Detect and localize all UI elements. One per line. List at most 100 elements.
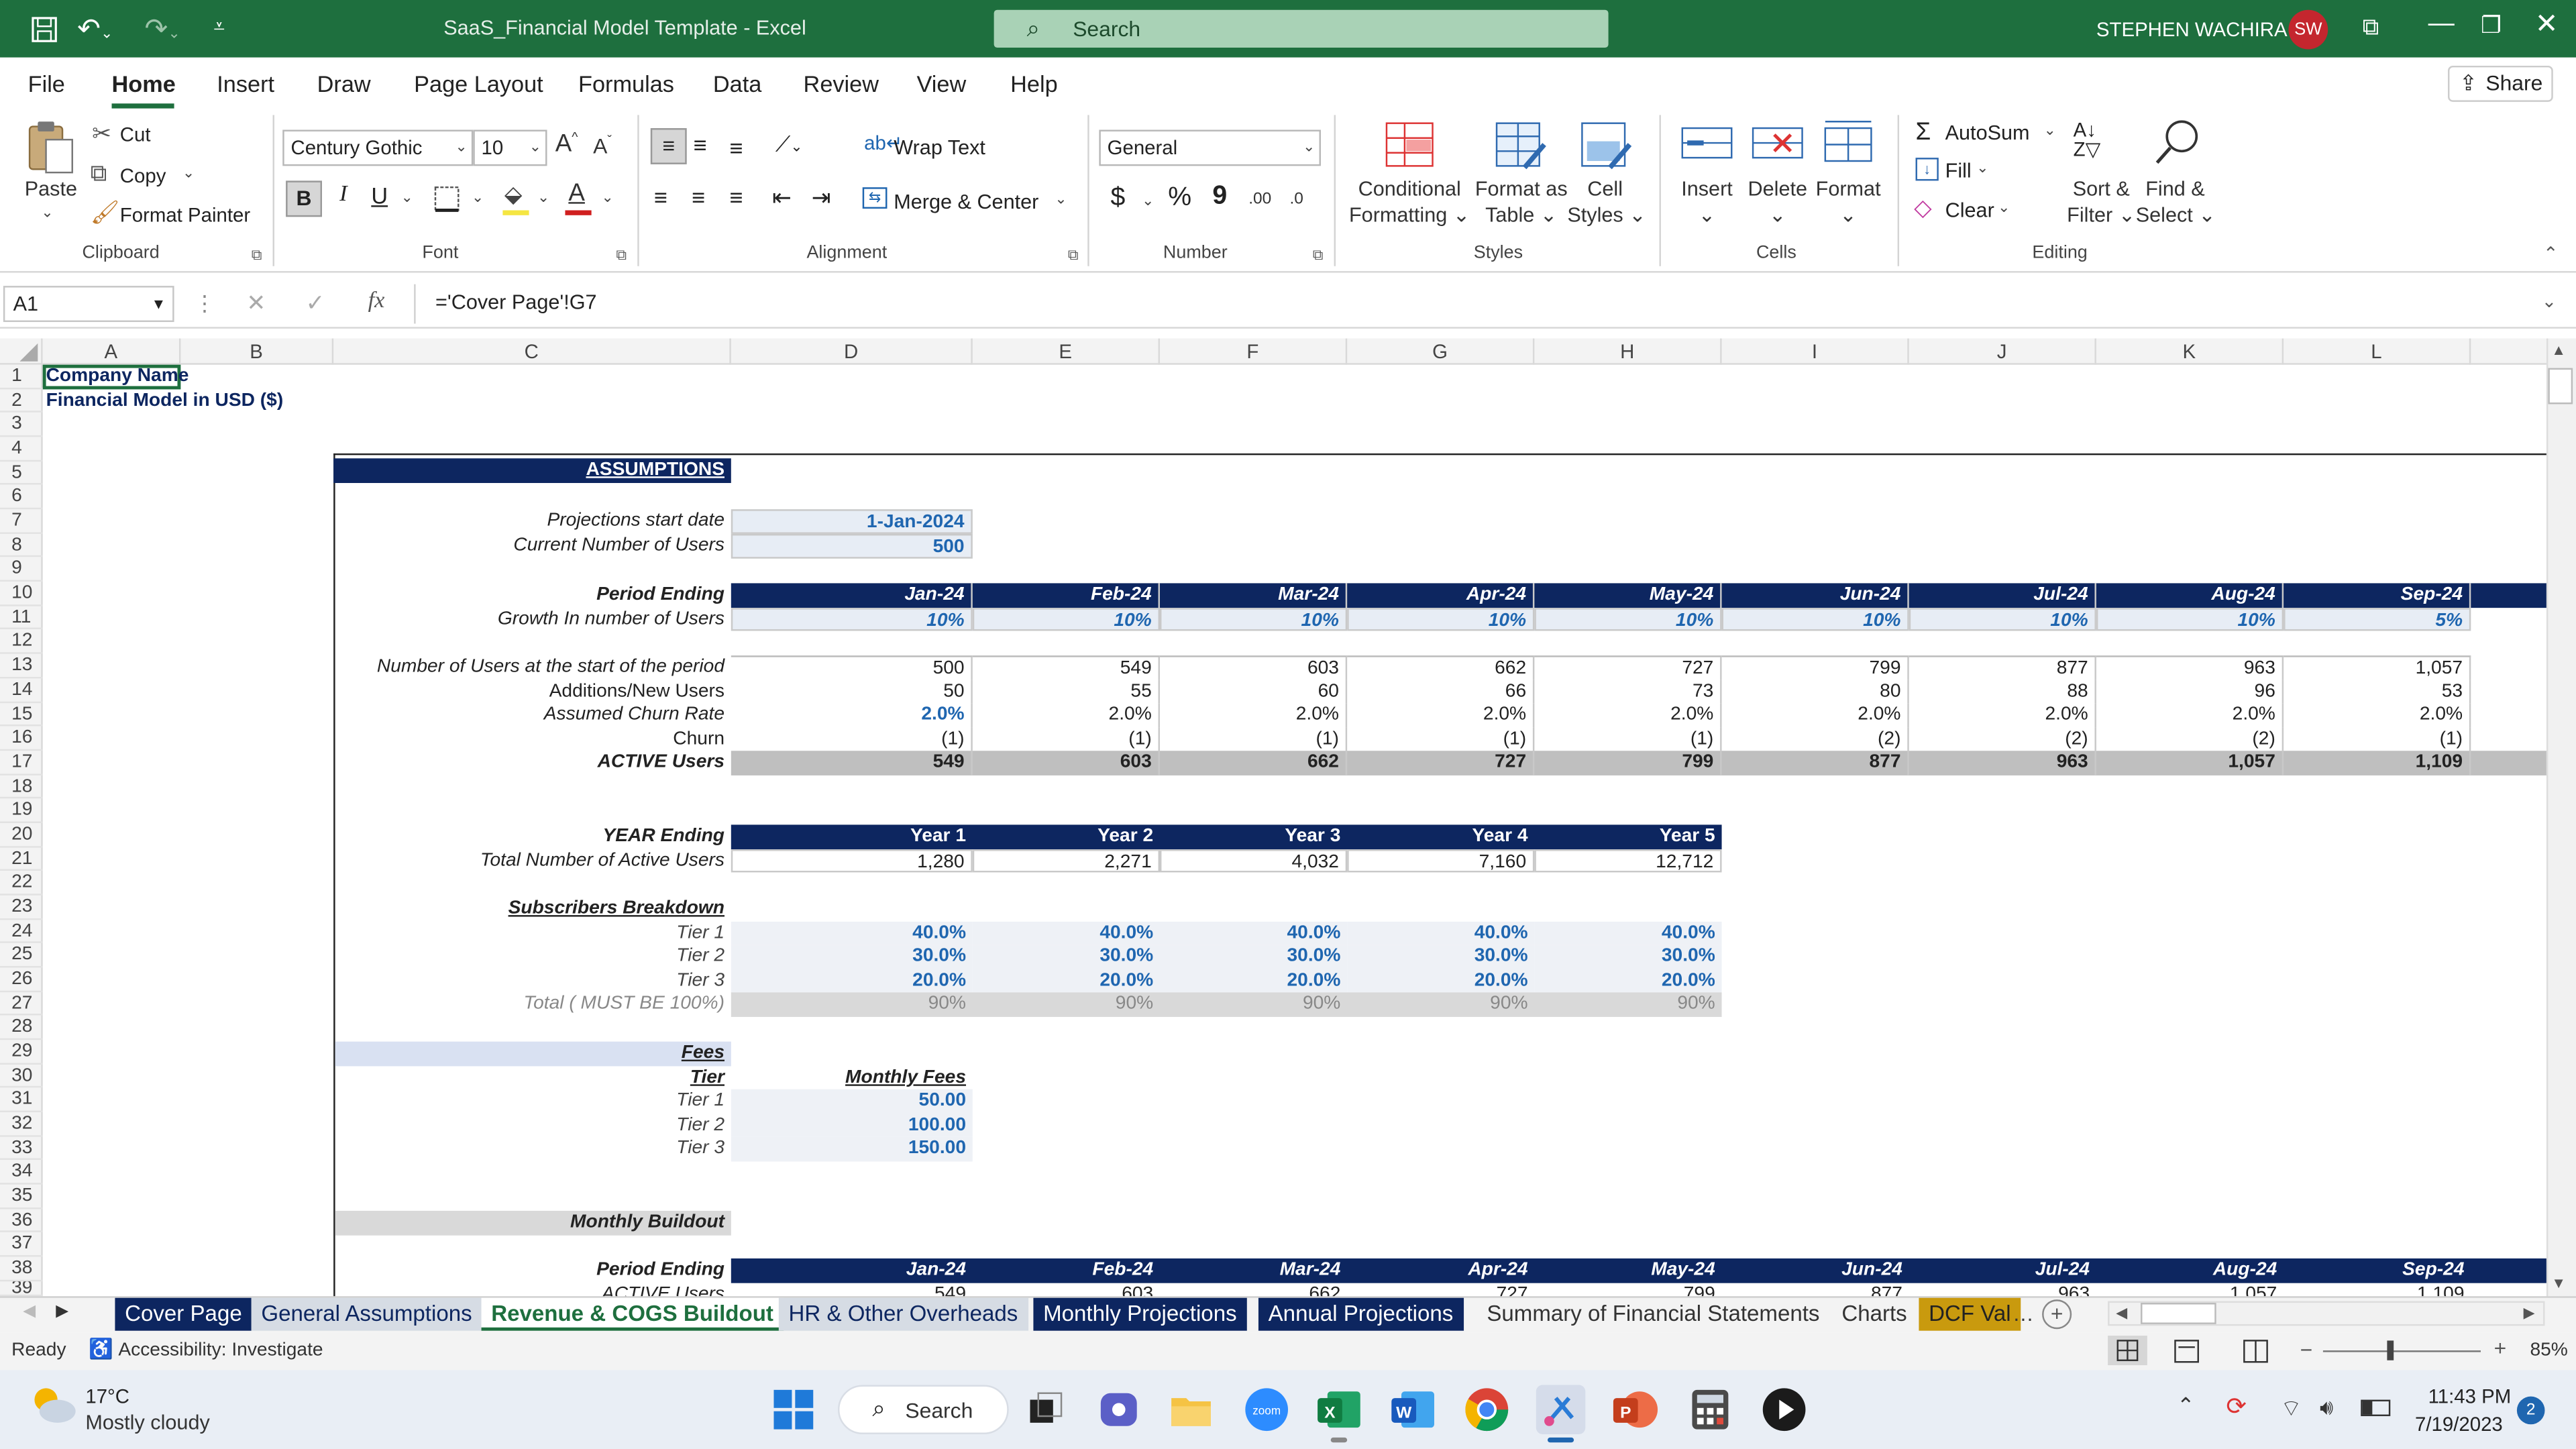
- growth-cell[interactable]: 10%: [1534, 607, 1722, 631]
- currency-button[interactable]: $: [1111, 184, 1126, 213]
- currency-dropdown-icon[interactable]: ⌄: [1142, 193, 1154, 211]
- row-header[interactable]: 38: [0, 1257, 43, 1281]
- row-header[interactable]: 10: [0, 582, 43, 606]
- col-header-a[interactable]: A: [43, 338, 181, 365]
- growth-cell[interactable]: 10%: [1159, 607, 1348, 631]
- row-header[interactable]: 7: [0, 509, 43, 534]
- normal-view-icon[interactable]: [2108, 1336, 2147, 1366]
- tier3-label[interactable]: Tier 3: [333, 969, 731, 993]
- clock-time[interactable]: 11:43 PM: [2428, 1385, 2512, 1408]
- prev-sheet-icon[interactable]: ◀: [23, 1303, 36, 1321]
- insert-function-icon[interactable]: fx: [368, 289, 385, 315]
- decrease-indent-icon[interactable]: ⇤: [772, 184, 792, 212]
- row-header[interactable]: 32: [0, 1112, 43, 1137]
- additions-cell[interactable]: 50: [731, 679, 973, 704]
- underline-dropdown-icon[interactable]: ⌄: [401, 189, 413, 207]
- fee-amount[interactable]: 150.00: [731, 1137, 973, 1162]
- monthly-fees-header[interactable]: Monthly Fees: [731, 1065, 973, 1089]
- row-header[interactable]: 2: [0, 389, 43, 413]
- wrap-text-button[interactable]: Wrap Text: [894, 136, 985, 159]
- calculator-app-icon[interactable]: [1686, 1385, 1735, 1434]
- current-users-label[interactable]: Current Number of Users: [333, 534, 731, 558]
- users-start-cell[interactable]: 877: [1909, 655, 2096, 680]
- number-format-box[interactable]: General: [1099, 129, 1321, 166]
- churn-label[interactable]: Churn: [333, 727, 731, 751]
- month-header-2[interactable]: Jul-24: [1909, 1259, 2096, 1283]
- tab-charts[interactable]: Charts: [1832, 1298, 1917, 1331]
- clear-dropdown-icon[interactable]: ⌄: [1998, 199, 2010, 217]
- month-header[interactable]: Mar-24: [1160, 583, 1348, 608]
- fee-tier-label[interactable]: Tier 3: [333, 1138, 731, 1162]
- find-select-button[interactable]: Find & Select ⌄: [2136, 176, 2216, 228]
- media-player-icon[interactable]: [1760, 1385, 1809, 1434]
- company-name[interactable]: Company Name: [46, 365, 189, 389]
- active-cell[interactable]: 963: [1909, 751, 2096, 775]
- month-header-2[interactable]: Sep-24: [2284, 1259, 2471, 1283]
- growth-cell[interactable]: 10%: [1347, 607, 1535, 631]
- format-painter-button[interactable]: Format Painter: [120, 204, 250, 227]
- orientation-icon[interactable]: ⟋⌄: [775, 131, 803, 158]
- tier3-cell[interactable]: 20.0%: [1159, 969, 1348, 994]
- churn-cell[interactable]: (2): [2096, 727, 2284, 752]
- tier3-cell[interactable]: 20.0%: [1534, 969, 1722, 994]
- row-header[interactable]: 24: [0, 920, 43, 944]
- italic-button[interactable]: I: [330, 182, 356, 209]
- taskbar-search[interactable]: ⌕ Search: [837, 1385, 1009, 1434]
- additions-cell[interactable]: 73: [1534, 679, 1722, 704]
- active-cell[interactable]: 1,109: [2284, 751, 2471, 775]
- undo-icon[interactable]: ↶⌄: [77, 13, 113, 46]
- users-start-cell[interactable]: 963: [2096, 655, 2284, 680]
- word-app-icon[interactable]: W: [1388, 1385, 1437, 1434]
- active-cell[interactable]: 877: [1722, 751, 1909, 775]
- more-sheets-icon[interactable]: …: [2012, 1301, 2034, 1326]
- month-header[interactable]: Jul-24: [1909, 583, 2096, 608]
- tier2-label[interactable]: Tier 2: [333, 945, 731, 969]
- churn-cell[interactable]: (1): [1534, 727, 1722, 752]
- additions-cell[interactable]: 53: [2284, 679, 2471, 704]
- churn-rate-cell[interactable]: 2.0%: [731, 703, 973, 728]
- increase-indent-icon[interactable]: ⇥: [812, 184, 831, 212]
- fill-dropdown-icon[interactable]: ⌄: [1976, 160, 1988, 178]
- align-middle-icon[interactable]: ≡: [693, 131, 706, 158]
- zoom-out-icon[interactable]: −: [2300, 1337, 2313, 1362]
- tier3-cell[interactable]: 20.0%: [731, 969, 973, 994]
- col-header-e[interactable]: E: [973, 338, 1160, 365]
- row-header[interactable]: 18: [0, 775, 43, 799]
- tier2-cell[interactable]: 30.0%: [731, 945, 973, 969]
- row-header[interactable]: 36: [0, 1209, 43, 1233]
- active-cell[interactable]: 549: [731, 751, 973, 775]
- next-sheet-icon[interactable]: ▶: [56, 1303, 68, 1321]
- formula-options-icon[interactable]: ⋮: [194, 290, 215, 317]
- row-header[interactable]: 16: [0, 727, 43, 751]
- row-header[interactable]: 14: [0, 678, 43, 702]
- active-cell[interactable]: 799: [1534, 751, 1722, 775]
- row-header[interactable]: 37: [0, 1233, 43, 1257]
- additions-cell[interactable]: 60: [1160, 679, 1348, 704]
- active-cell[interactable]: 603: [973, 751, 1160, 775]
- autosum-button[interactable]: AutoSum: [1945, 121, 2030, 144]
- alignment-launcher-icon[interactable]: ⧉: [1068, 246, 1079, 264]
- zoom-in-icon[interactable]: +: [2494, 1336, 2507, 1360]
- churn-cell[interactable]: (1): [731, 727, 973, 752]
- users-start-cell[interactable]: 603: [1159, 655, 1348, 680]
- additions-cell[interactable]: 88: [1909, 679, 2096, 704]
- growth-cell[interactable]: 10%: [972, 607, 1160, 631]
- additions-cell[interactable]: 55: [973, 679, 1160, 704]
- menu-review[interactable]: Review: [804, 70, 879, 97]
- churn-rate-cell[interactable]: 2.0%: [1722, 703, 1909, 728]
- menu-page-layout[interactable]: Page Layout: [414, 70, 543, 97]
- users-start-cell[interactable]: 727: [1534, 655, 1722, 680]
- minimize-icon[interactable]: —: [2428, 10, 2455, 40]
- proj-start-label[interactable]: Projections start date: [333, 509, 731, 533]
- teams-icon[interactable]: [1094, 1385, 1143, 1434]
- tab-cover-page[interactable]: Cover Page: [115, 1297, 252, 1331]
- users-start-cell[interactable]: 799: [1721, 655, 1909, 680]
- merge-dropdown-icon[interactable]: ⌄: [1055, 191, 1067, 209]
- col-header-d[interactable]: D: [731, 338, 973, 365]
- wifi-icon[interactable]: ⌔: [2280, 1395, 2302, 1424]
- tab-dcf-val[interactable]: DCF Val: [1919, 1297, 2021, 1331]
- churn-cell[interactable]: (2): [1722, 727, 1909, 752]
- year-header[interactable]: Year 2: [973, 824, 1160, 849]
- churn-rate-cell[interactable]: 2.0%: [1534, 703, 1722, 728]
- sort-filter-button[interactable]: Sort & Filter ⌄: [2063, 176, 2139, 228]
